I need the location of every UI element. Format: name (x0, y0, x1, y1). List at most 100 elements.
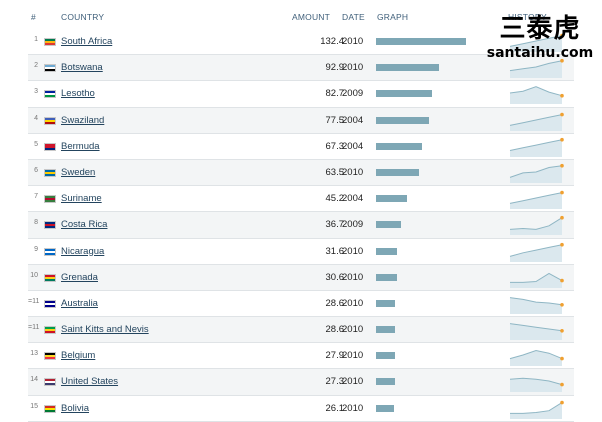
country-flag-icon (44, 168, 56, 177)
history-sparkline (510, 272, 564, 288)
amount-bar (376, 273, 397, 281)
country-link[interactable]: Saint Kitts and Nevis (61, 324, 149, 335)
table-row: 4 Swaziland 77.5 2004 (28, 107, 574, 134)
amount-bar (376, 247, 398, 255)
table-row: 3 Lesotho 82.7 2009 (28, 81, 574, 108)
table-row: 13 Belgium 27.9 2010 (28, 343, 574, 370)
history-sparkline (509, 216, 564, 236)
country-link[interactable]: Nicaragua (61, 246, 104, 257)
history-sparkline (509, 296, 564, 314)
row-date: 2010 (342, 402, 364, 414)
sparkline-latest-point (560, 112, 564, 116)
table-row: 6 Sweden 63.5 2010 (28, 159, 574, 187)
sparkline-area (510, 192, 562, 210)
country-flag-icon (44, 378, 56, 387)
amount-bar (376, 64, 440, 72)
history-sparkline (510, 400, 564, 419)
sparkline-latest-point (560, 357, 564, 361)
row-rank: 7 (34, 193, 38, 201)
history-sparkline (509, 323, 564, 341)
row-amount: 132.4 (320, 36, 344, 47)
amount-bar (376, 168, 420, 176)
row-amount: 63.5 (325, 166, 345, 178)
history-sparkline (509, 350, 564, 367)
country-link[interactable]: Grenada (61, 272, 98, 283)
row-rank: 1 (34, 36, 38, 43)
country-flag-icon (44, 247, 56, 256)
country-link[interactable]: Swaziland (61, 115, 104, 126)
sparkline-area (510, 402, 562, 419)
row-date: 2010 (342, 350, 364, 362)
row-date: 2010 (342, 271, 364, 283)
amount-bar (376, 352, 395, 360)
row-amount: 92.9 (325, 62, 345, 74)
row-rank: 9 (34, 245, 38, 253)
row-amount: 36.7 (325, 219, 345, 231)
row-date: 2010 (342, 376, 364, 388)
country-flag-icon (44, 299, 56, 308)
history-sparkline (509, 242, 564, 262)
amount-bar (376, 378, 395, 386)
sparkline-latest-point (560, 190, 564, 195)
amount-bar (376, 299, 396, 307)
country-link[interactable]: Belgium (61, 350, 95, 361)
country-flag-icon (44, 326, 56, 335)
row-date: 2004 (342, 193, 364, 205)
row-rank: 4 (34, 114, 38, 122)
table-row: 9 Nicaragua 31.6 2010 (28, 239, 574, 265)
country-link[interactable]: Bolivia (61, 403, 89, 414)
row-date: 2010 (342, 245, 364, 257)
country-flag-icon (44, 38, 56, 46)
country-flag-icon (44, 90, 56, 99)
country-flag-icon (44, 64, 56, 73)
country-link[interactable]: Australia (61, 298, 98, 309)
row-rank: 6 (34, 166, 38, 174)
row-rank: 5 (34, 140, 38, 148)
row-rank: =11 (28, 324, 40, 332)
table-row: 15 Bolivia 26.1 2010 (28, 396, 574, 422)
country-flag-icon (44, 116, 56, 125)
table-row: 14 United States 27.3 2010 (28, 369, 574, 396)
country-link[interactable]: United States (61, 376, 118, 387)
country-link[interactable]: Suriname (61, 193, 102, 204)
table-row: =11 Australia 28.6 2010 (28, 291, 574, 318)
sparkline-area (510, 297, 562, 314)
column-header-date[interactable]: DATE (342, 12, 365, 22)
country-link[interactable]: Costa Rica (61, 219, 107, 230)
sparkline-latest-point (560, 216, 564, 220)
row-amount: 28.6 (325, 324, 345, 336)
row-date: 2004 (342, 140, 364, 152)
country-link[interactable]: Bermuda (61, 141, 100, 152)
country-flag-icon (44, 352, 56, 361)
sparkline-latest-point (560, 400, 564, 405)
history-sparkline (509, 86, 564, 105)
sparkline-area (510, 244, 562, 262)
amount-bar (376, 221, 401, 229)
amount-bar (376, 90, 433, 98)
row-rank: 2 (34, 62, 38, 70)
sparkline-area (510, 323, 562, 341)
row-date: 2009 (342, 219, 364, 231)
country-link[interactable]: Botswana (61, 62, 103, 73)
country-flag-icon (44, 273, 56, 282)
column-header-country[interactable]: COUNTRY (61, 12, 104, 22)
sparkline-latest-point (560, 242, 564, 246)
amount-bar (376, 38, 466, 45)
ranking-table: 1 South Africa 132.4 2010 2 Botswana 92.9 2010 3… (28, 29, 574, 422)
row-date: 2010 (342, 166, 364, 178)
row-amount: 77.5 (325, 114, 345, 126)
row-amount: 27.3 (325, 376, 345, 388)
table-row: 8 Costa Rica 36.7 2009 (28, 212, 574, 239)
country-flag-icon (44, 195, 56, 204)
row-date: 2009 (342, 88, 364, 100)
country-link[interactable]: Sweden (61, 167, 95, 178)
sparkline-area (510, 87, 562, 105)
country-link[interactable]: Lesotho (61, 88, 95, 99)
country-link[interactable]: South Africa (61, 36, 112, 47)
column-header-rank[interactable]: # (31, 12, 36, 22)
column-header-amount[interactable]: AMOUNT (292, 12, 330, 22)
watermark-logo: 三泰虎 santaihu.com (486, 6, 594, 70)
row-amount: 31.6 (325, 245, 345, 257)
row-amount: 82.7 (325, 88, 345, 100)
sparkline-latest-point (560, 163, 564, 168)
